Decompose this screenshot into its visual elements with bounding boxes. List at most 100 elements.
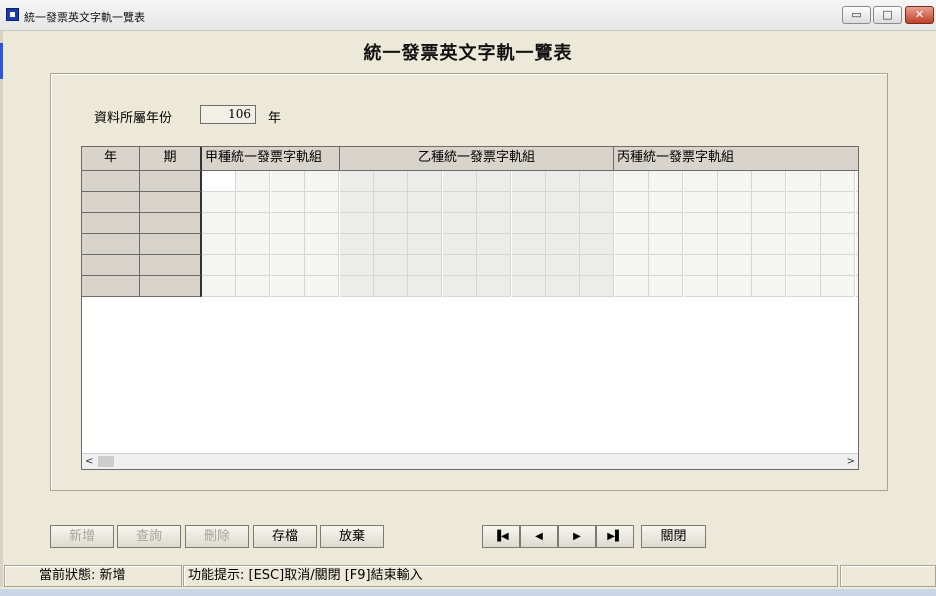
next-record-button[interactable]: ▶ bbox=[558, 525, 596, 548]
track-cell[interactable] bbox=[236, 192, 271, 213]
track-cell[interactable] bbox=[580, 255, 615, 276]
track-cell[interactable] bbox=[649, 192, 684, 213]
add-button[interactable]: 新增 bbox=[50, 525, 114, 548]
track-cell[interactable] bbox=[374, 276, 408, 297]
track-cell[interactable] bbox=[786, 234, 821, 255]
track-cell[interactable] bbox=[408, 171, 443, 192]
track-cell[interactable] bbox=[821, 255, 856, 276]
maximize-button[interactable]: □ bbox=[873, 6, 902, 24]
track-cell[interactable] bbox=[511, 213, 546, 234]
track-cell[interactable] bbox=[374, 213, 408, 234]
track-cell[interactable] bbox=[477, 171, 512, 192]
track-cell[interactable] bbox=[855, 255, 858, 276]
year-cell[interactable] bbox=[82, 192, 140, 213]
track-cell[interactable] bbox=[305, 255, 340, 276]
track-cell[interactable] bbox=[855, 213, 858, 234]
track-cell[interactable] bbox=[786, 192, 821, 213]
track-cell[interactable] bbox=[786, 213, 821, 234]
track-cell[interactable] bbox=[236, 234, 271, 255]
track-cell[interactable] bbox=[683, 234, 718, 255]
track-cell[interactable] bbox=[339, 276, 374, 297]
track-cell[interactable] bbox=[202, 171, 236, 192]
track-cell[interactable] bbox=[270, 255, 305, 276]
table-row[interactable] bbox=[82, 234, 858, 255]
track-cell[interactable] bbox=[649, 234, 684, 255]
track-cell[interactable] bbox=[580, 192, 615, 213]
track-cell[interactable] bbox=[511, 255, 546, 276]
track-cell[interactable] bbox=[821, 276, 856, 297]
track-cell[interactable] bbox=[236, 276, 271, 297]
period-cell[interactable] bbox=[140, 171, 202, 192]
track-cell[interactable] bbox=[442, 255, 477, 276]
track-cell[interactable] bbox=[752, 276, 787, 297]
track-cell[interactable] bbox=[546, 234, 580, 255]
column-header-group-a[interactable]: 甲種統一發票字軌組 bbox=[202, 147, 340, 171]
track-cell[interactable] bbox=[752, 213, 787, 234]
track-cell[interactable] bbox=[270, 171, 305, 192]
scroll-right-arrow-icon[interactable]: > bbox=[843, 454, 855, 469]
period-cell[interactable] bbox=[140, 192, 202, 213]
track-cell[interactable] bbox=[202, 255, 236, 276]
table-row[interactable] bbox=[82, 213, 858, 234]
track-cell[interactable] bbox=[718, 192, 752, 213]
track-cell[interactable] bbox=[580, 213, 615, 234]
track-cell[interactable] bbox=[408, 213, 443, 234]
track-cell[interactable] bbox=[614, 276, 649, 297]
track-cell[interactable] bbox=[339, 234, 374, 255]
scroll-thumb[interactable] bbox=[98, 456, 114, 467]
track-cell[interactable] bbox=[202, 234, 236, 255]
track-cell[interactable] bbox=[580, 171, 615, 192]
save-button[interactable]: 存檔 bbox=[253, 525, 317, 548]
year-cell[interactable] bbox=[82, 213, 140, 234]
track-cell[interactable] bbox=[683, 171, 718, 192]
track-cell[interactable] bbox=[786, 171, 821, 192]
discard-button[interactable]: 放棄 bbox=[320, 525, 384, 548]
track-cell[interactable] bbox=[442, 234, 477, 255]
year-cell[interactable] bbox=[82, 255, 140, 276]
track-cell[interactable] bbox=[614, 171, 649, 192]
track-cell[interactable] bbox=[546, 255, 580, 276]
column-header-period[interactable]: 期 bbox=[140, 147, 202, 171]
period-cell[interactable] bbox=[140, 213, 202, 234]
track-cell[interactable] bbox=[339, 171, 374, 192]
track-cell[interactable] bbox=[855, 276, 858, 297]
track-cell[interactable] bbox=[408, 234, 443, 255]
track-cell[interactable] bbox=[786, 255, 821, 276]
track-cell[interactable] bbox=[236, 213, 271, 234]
track-cell[interactable] bbox=[374, 234, 408, 255]
close-button[interactable]: 關閉 bbox=[641, 525, 706, 548]
track-cell[interactable] bbox=[821, 234, 856, 255]
track-cell[interactable] bbox=[270, 276, 305, 297]
track-cell[interactable] bbox=[339, 192, 374, 213]
track-cell[interactable] bbox=[511, 192, 546, 213]
track-cell[interactable] bbox=[718, 234, 752, 255]
track-cell[interactable] bbox=[683, 192, 718, 213]
year-cell[interactable] bbox=[82, 276, 140, 297]
year-input[interactable]: 106 bbox=[200, 105, 256, 124]
track-cell[interactable] bbox=[752, 255, 787, 276]
track-cell[interactable] bbox=[202, 276, 236, 297]
period-cell[interactable] bbox=[140, 234, 202, 255]
column-header-group-c[interactable]: 丙種統一發票字軌組 bbox=[614, 147, 858, 171]
year-cell[interactable] bbox=[82, 234, 140, 255]
table-row[interactable] bbox=[82, 276, 858, 297]
track-cell[interactable] bbox=[477, 234, 512, 255]
scroll-left-arrow-icon[interactable]: < bbox=[85, 454, 97, 469]
track-cell[interactable] bbox=[511, 171, 546, 192]
track-cell[interactable] bbox=[511, 276, 546, 297]
track-cell[interactable] bbox=[752, 234, 787, 255]
track-cell[interactable] bbox=[786, 276, 821, 297]
track-cell[interactable] bbox=[442, 192, 477, 213]
track-cell[interactable] bbox=[270, 213, 305, 234]
track-cell[interactable] bbox=[821, 213, 856, 234]
track-cell[interactable] bbox=[511, 234, 546, 255]
track-cell[interactable] bbox=[270, 192, 305, 213]
track-cell[interactable] bbox=[649, 171, 684, 192]
track-cell[interactable] bbox=[270, 234, 305, 255]
minimize-button[interactable]: ▭ bbox=[842, 6, 871, 24]
period-cell[interactable] bbox=[140, 255, 202, 276]
last-record-button[interactable]: ▶▌ bbox=[596, 525, 634, 548]
track-cell[interactable] bbox=[718, 255, 752, 276]
track-cell[interactable] bbox=[855, 171, 858, 192]
track-cell[interactable] bbox=[614, 255, 649, 276]
